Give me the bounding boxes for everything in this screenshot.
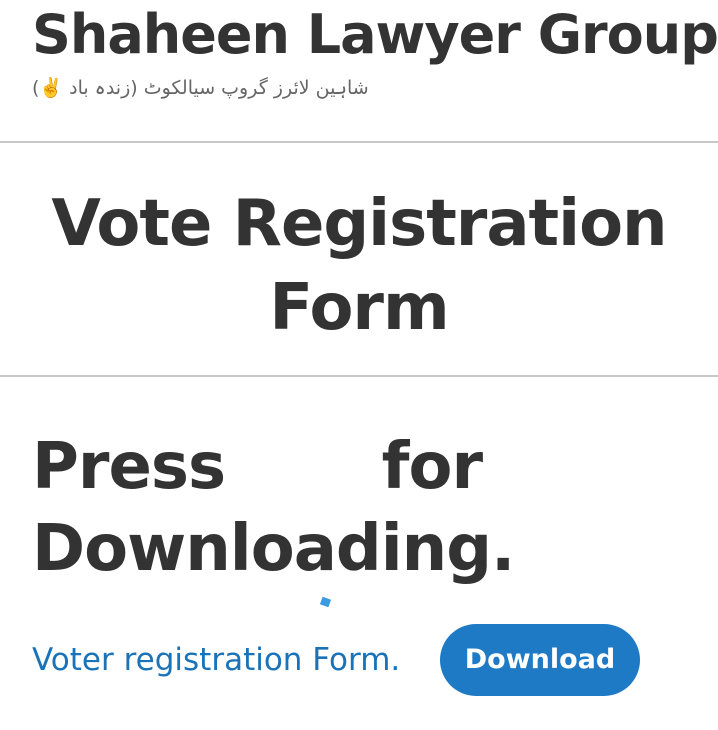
cursor-indicator <box>319 596 332 608</box>
content-divider <box>0 375 718 377</box>
site-tagline: شاہین لائرز گروپ سیالکوٹ (زندہ باد ✌️) <box>32 77 369 99</box>
page-title: Vote Registration Form <box>51 187 667 345</box>
header-divider <box>0 141 718 143</box>
voter-registration-form-link[interactable]: Voter registration Form. <box>32 640 400 680</box>
site-title[interactable]: Shaheen Lawyer Group <box>32 0 718 70</box>
download-prompt-heading: Press for Downloading. <box>32 430 515 586</box>
download-button[interactable]: Download <box>440 624 640 696</box>
